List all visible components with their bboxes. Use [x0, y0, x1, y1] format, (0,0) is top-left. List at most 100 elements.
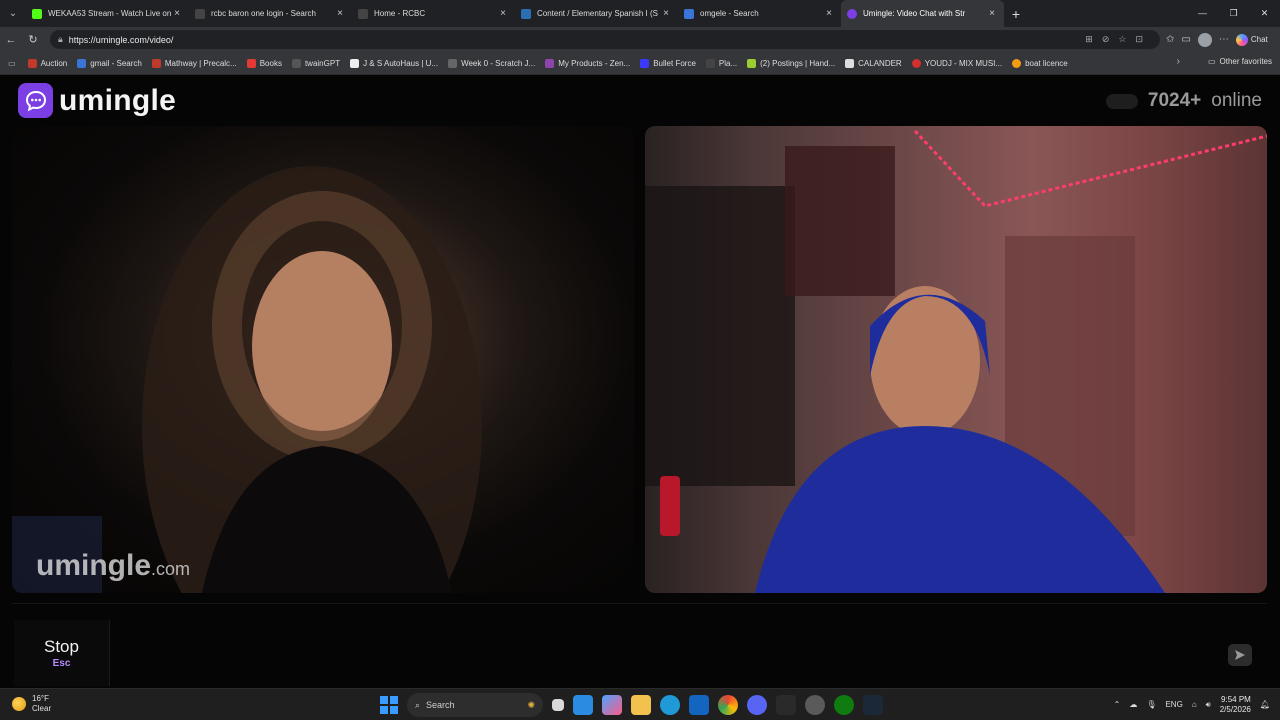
page-icon [358, 8, 368, 19]
settings-icon[interactable] [805, 695, 825, 715]
bookmark-apps-icon[interactable]: ▭ [8, 59, 16, 68]
stranger-video: umingle.com [12, 126, 634, 593]
copilot-icon [1235, 33, 1248, 46]
clock-date: 2/5/2026 [1219, 704, 1251, 714]
bookmark-item[interactable]: Mathway | Precalc... [151, 58, 237, 68]
task-view-icon[interactable] [552, 699, 564, 711]
profile-avatar[interactable] [1197, 32, 1212, 47]
show-hidden-icons-icon[interactable]: ⌃ [1114, 700, 1121, 709]
bookmark-item[interactable]: Week 0 - Scratch J... [448, 58, 536, 68]
course-icon [521, 8, 531, 19]
chrome-icon[interactable] [718, 695, 738, 715]
bookmark-label: Week 0 - Scratch J... [461, 58, 536, 68]
theme-toggle[interactable] [1105, 93, 1138, 109]
language-indicator[interactable]: ENG [1165, 700, 1182, 709]
umingle-logo[interactable]: umingle [18, 83, 176, 118]
bookmark-item[interactable]: Bullet Force [640, 58, 696, 68]
bookmark-favicon-icon [151, 58, 161, 68]
other-favorites[interactable]: ▭ Other favorites [1208, 57, 1272, 66]
system-clock[interactable]: 9:54 PM 2/5/2026 [1220, 695, 1251, 715]
edge-icon[interactable] [660, 695, 680, 715]
tab-actions-menu-icon[interactable]: ⌄ [0, 0, 26, 27]
close-tab-icon[interactable]: × [986, 8, 998, 19]
game-app-icon[interactable] [776, 695, 796, 715]
bookmark-item[interactable]: gmail - Search [77, 58, 142, 68]
bookmark-favicon-icon [545, 58, 555, 68]
steam-icon[interactable] [863, 695, 883, 715]
tab-kick-stream[interactable]: WEKAA53 Stream - Watch Live on × [26, 0, 189, 27]
lock-icon[interactable]: 🔒︎ [58, 34, 63, 45]
bookmark-label: (2) Postings | Hand... [760, 58, 836, 68]
notifications-icon[interactable]: 🔔︎ [1260, 700, 1270, 709]
back-icon[interactable]: ← [0, 34, 22, 46]
bookmark-favicon-icon [1012, 58, 1022, 68]
favorites-icon[interactable]: ✩ [1166, 34, 1174, 45]
tab-rcbc-home[interactable]: Home - RCBC × [352, 0, 515, 27]
new-tab-icon[interactable]: + [1004, 0, 1028, 27]
bookmark-item[interactable]: Books [246, 58, 282, 68]
close-tab-icon[interactable]: × [497, 8, 509, 19]
minimize-icon[interactable]: — [1187, 0, 1218, 27]
bookmark-favicon-icon [747, 58, 757, 68]
network-icon[interactable]: ⌂ [1192, 700, 1197, 709]
close-tab-icon[interactable]: × [823, 8, 835, 19]
collections-icon[interactable]: ▭ [1181, 34, 1190, 45]
microsoft-store-icon[interactable] [573, 695, 593, 715]
omnibox-action-icons[interactable]: ⊞⊘☆⊡ [1085, 34, 1152, 45]
watermark-name: umingle [36, 549, 152, 582]
microphone-icon[interactable]: 🎙︎ [1146, 700, 1156, 709]
weather-widget[interactable]: 16°F Clear [12, 694, 51, 714]
tab-label: rcbc baron one login - Search [211, 9, 316, 18]
file-explorer-icon[interactable] [631, 695, 651, 715]
discord-icon[interactable] [747, 695, 767, 715]
close-tab-icon[interactable]: × [171, 8, 183, 19]
bookmark-favicon-icon [77, 58, 87, 68]
bookmark-item[interactable]: Auction [27, 58, 68, 68]
watermark-domain: .com [151, 559, 191, 579]
bookmark-label: twainGPT [304, 58, 341, 68]
bookmark-item[interactable]: twainGPT [291, 58, 341, 68]
tab-umingle[interactable]: Umingle: Video Chat with Str × [841, 0, 1004, 27]
bookmark-favicon-icon [448, 58, 458, 68]
copilot-app-icon[interactable] [602, 695, 622, 715]
bookmark-label: Auction [40, 58, 68, 68]
clock-time: 9:54 PM [1221, 694, 1251, 704]
close-tab-icon[interactable]: × [660, 8, 672, 19]
bookmark-favicon-icon [640, 58, 650, 68]
bookmark-item[interactable]: (2) Postings | Hand... [747, 58, 836, 68]
onedrive-icon[interactable]: ☁ [1129, 700, 1137, 709]
bookmark-label: Bullet Force [653, 58, 696, 68]
tab-spanish-content[interactable]: Content / Elementary Spanish I (S × [515, 0, 678, 27]
copilot-chat-button[interactable]: Chat [1235, 33, 1268, 46]
volume-icon[interactable]: 🔊︎ [1206, 700, 1211, 710]
chevron-right-icon[interactable]: › [1177, 56, 1180, 67]
close-tab-icon[interactable]: × [334, 8, 346, 19]
online-status: 7024+ online [1105, 90, 1262, 112]
xbox-icon[interactable] [834, 695, 854, 715]
url-text: https://umingle.com/video/ [68, 34, 174, 45]
bookmark-item[interactable]: Pla... [705, 58, 737, 68]
bookmark-item[interactable]: YOUDJ - MIX MUSI... [911, 58, 1002, 68]
bookmark-label: boat licence [1025, 58, 1068, 68]
more-menu-icon[interactable]: ⋯ [1219, 34, 1229, 45]
stop-button[interactable]: Stop Esc [14, 620, 110, 686]
self-video [645, 126, 1267, 593]
chat-message-input[interactable] [118, 628, 1218, 678]
close-window-icon[interactable]: ✕ [1249, 0, 1280, 27]
bookmark-item[interactable]: boat licence [1012, 58, 1068, 68]
taskbar-search[interactable]: ⌕ Search ✺ [407, 693, 543, 717]
send-button[interactable] [1228, 644, 1252, 666]
restore-icon[interactable]: ❐ [1218, 0, 1249, 27]
bookmark-item[interactable]: J & S AutoHaus | U... [350, 58, 438, 68]
bookmark-favicon-icon [27, 58, 37, 68]
outlook-icon[interactable] [689, 695, 709, 715]
bookmark-item[interactable]: My Products - Zen... [545, 58, 630, 68]
online-label: online [1211, 90, 1262, 111]
tab-rcbc-search[interactable]: rcbc baron one login - Search × [189, 0, 352, 27]
address-bar[interactable]: 🔒︎ https://umingle.com/video/ ⊞⊘☆⊡ [50, 30, 1160, 49]
refresh-icon[interactable]: ↻ [22, 33, 44, 46]
tab-omgele-search[interactable]: omgele - Search × [678, 0, 841, 27]
bookmark-item[interactable]: CALANDER [845, 58, 902, 68]
address-bar-row: ← ↻ 🔒︎ https://umingle.com/video/ ⊞⊘☆⊡ ✩… [0, 27, 1280, 52]
windows-start-icon[interactable] [380, 696, 398, 714]
